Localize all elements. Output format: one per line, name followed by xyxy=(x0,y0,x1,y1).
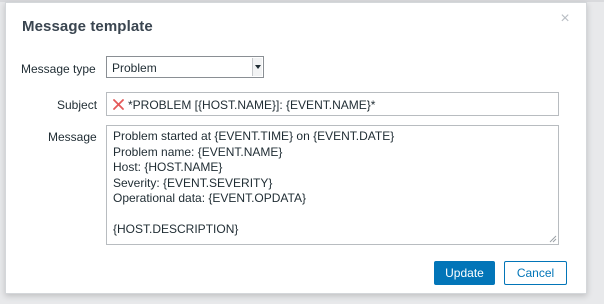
close-icon[interactable]: × xyxy=(558,11,572,27)
subject-input[interactable]: *PROBLEM [{HOST.NAME}]: {EVENT.NAME}* xyxy=(106,92,559,116)
message-textarea[interactable]: Problem started at {EVENT.TIME} on {EVEN… xyxy=(106,125,559,245)
message-type-value: Problem xyxy=(112,61,157,75)
dialog-title: Message template xyxy=(22,18,153,35)
message-line: Problem name: {EVENT.NAME} xyxy=(113,144,283,159)
message-line: Operational data: {EVENT.OPDATA} xyxy=(113,191,306,205)
message-line: Host: {HOST.NAME} xyxy=(113,160,223,174)
cancel-button[interactable]: Cancel xyxy=(504,261,567,285)
subject-label: Subject xyxy=(57,98,98,112)
message-line: Severity: {EVENT.SEVERITY} xyxy=(113,175,273,190)
update-button[interactable]: Update xyxy=(434,261,495,285)
message-type-select[interactable]: Problem xyxy=(106,56,264,78)
message-template-dialog: Message template × Message type Problem … xyxy=(5,2,587,294)
message-line: {HOST.DESCRIPTION} xyxy=(113,222,239,236)
message-text: Problem started at {EVENT.TIME} on {EVEN… xyxy=(113,129,394,238)
error-cross-icon xyxy=(113,99,124,110)
resize-grip-icon[interactable] xyxy=(548,234,557,243)
message-label: Message xyxy=(48,130,97,144)
message-line xyxy=(113,207,394,223)
message-type-label: Message type xyxy=(21,62,96,76)
subject-value: *PROBLEM [{HOST.NAME}]: {EVENT.NAME}* xyxy=(128,98,376,112)
message-line: Problem started at {EVENT.TIME} on {EVEN… xyxy=(113,129,395,143)
chevron-down-icon xyxy=(252,58,262,76)
